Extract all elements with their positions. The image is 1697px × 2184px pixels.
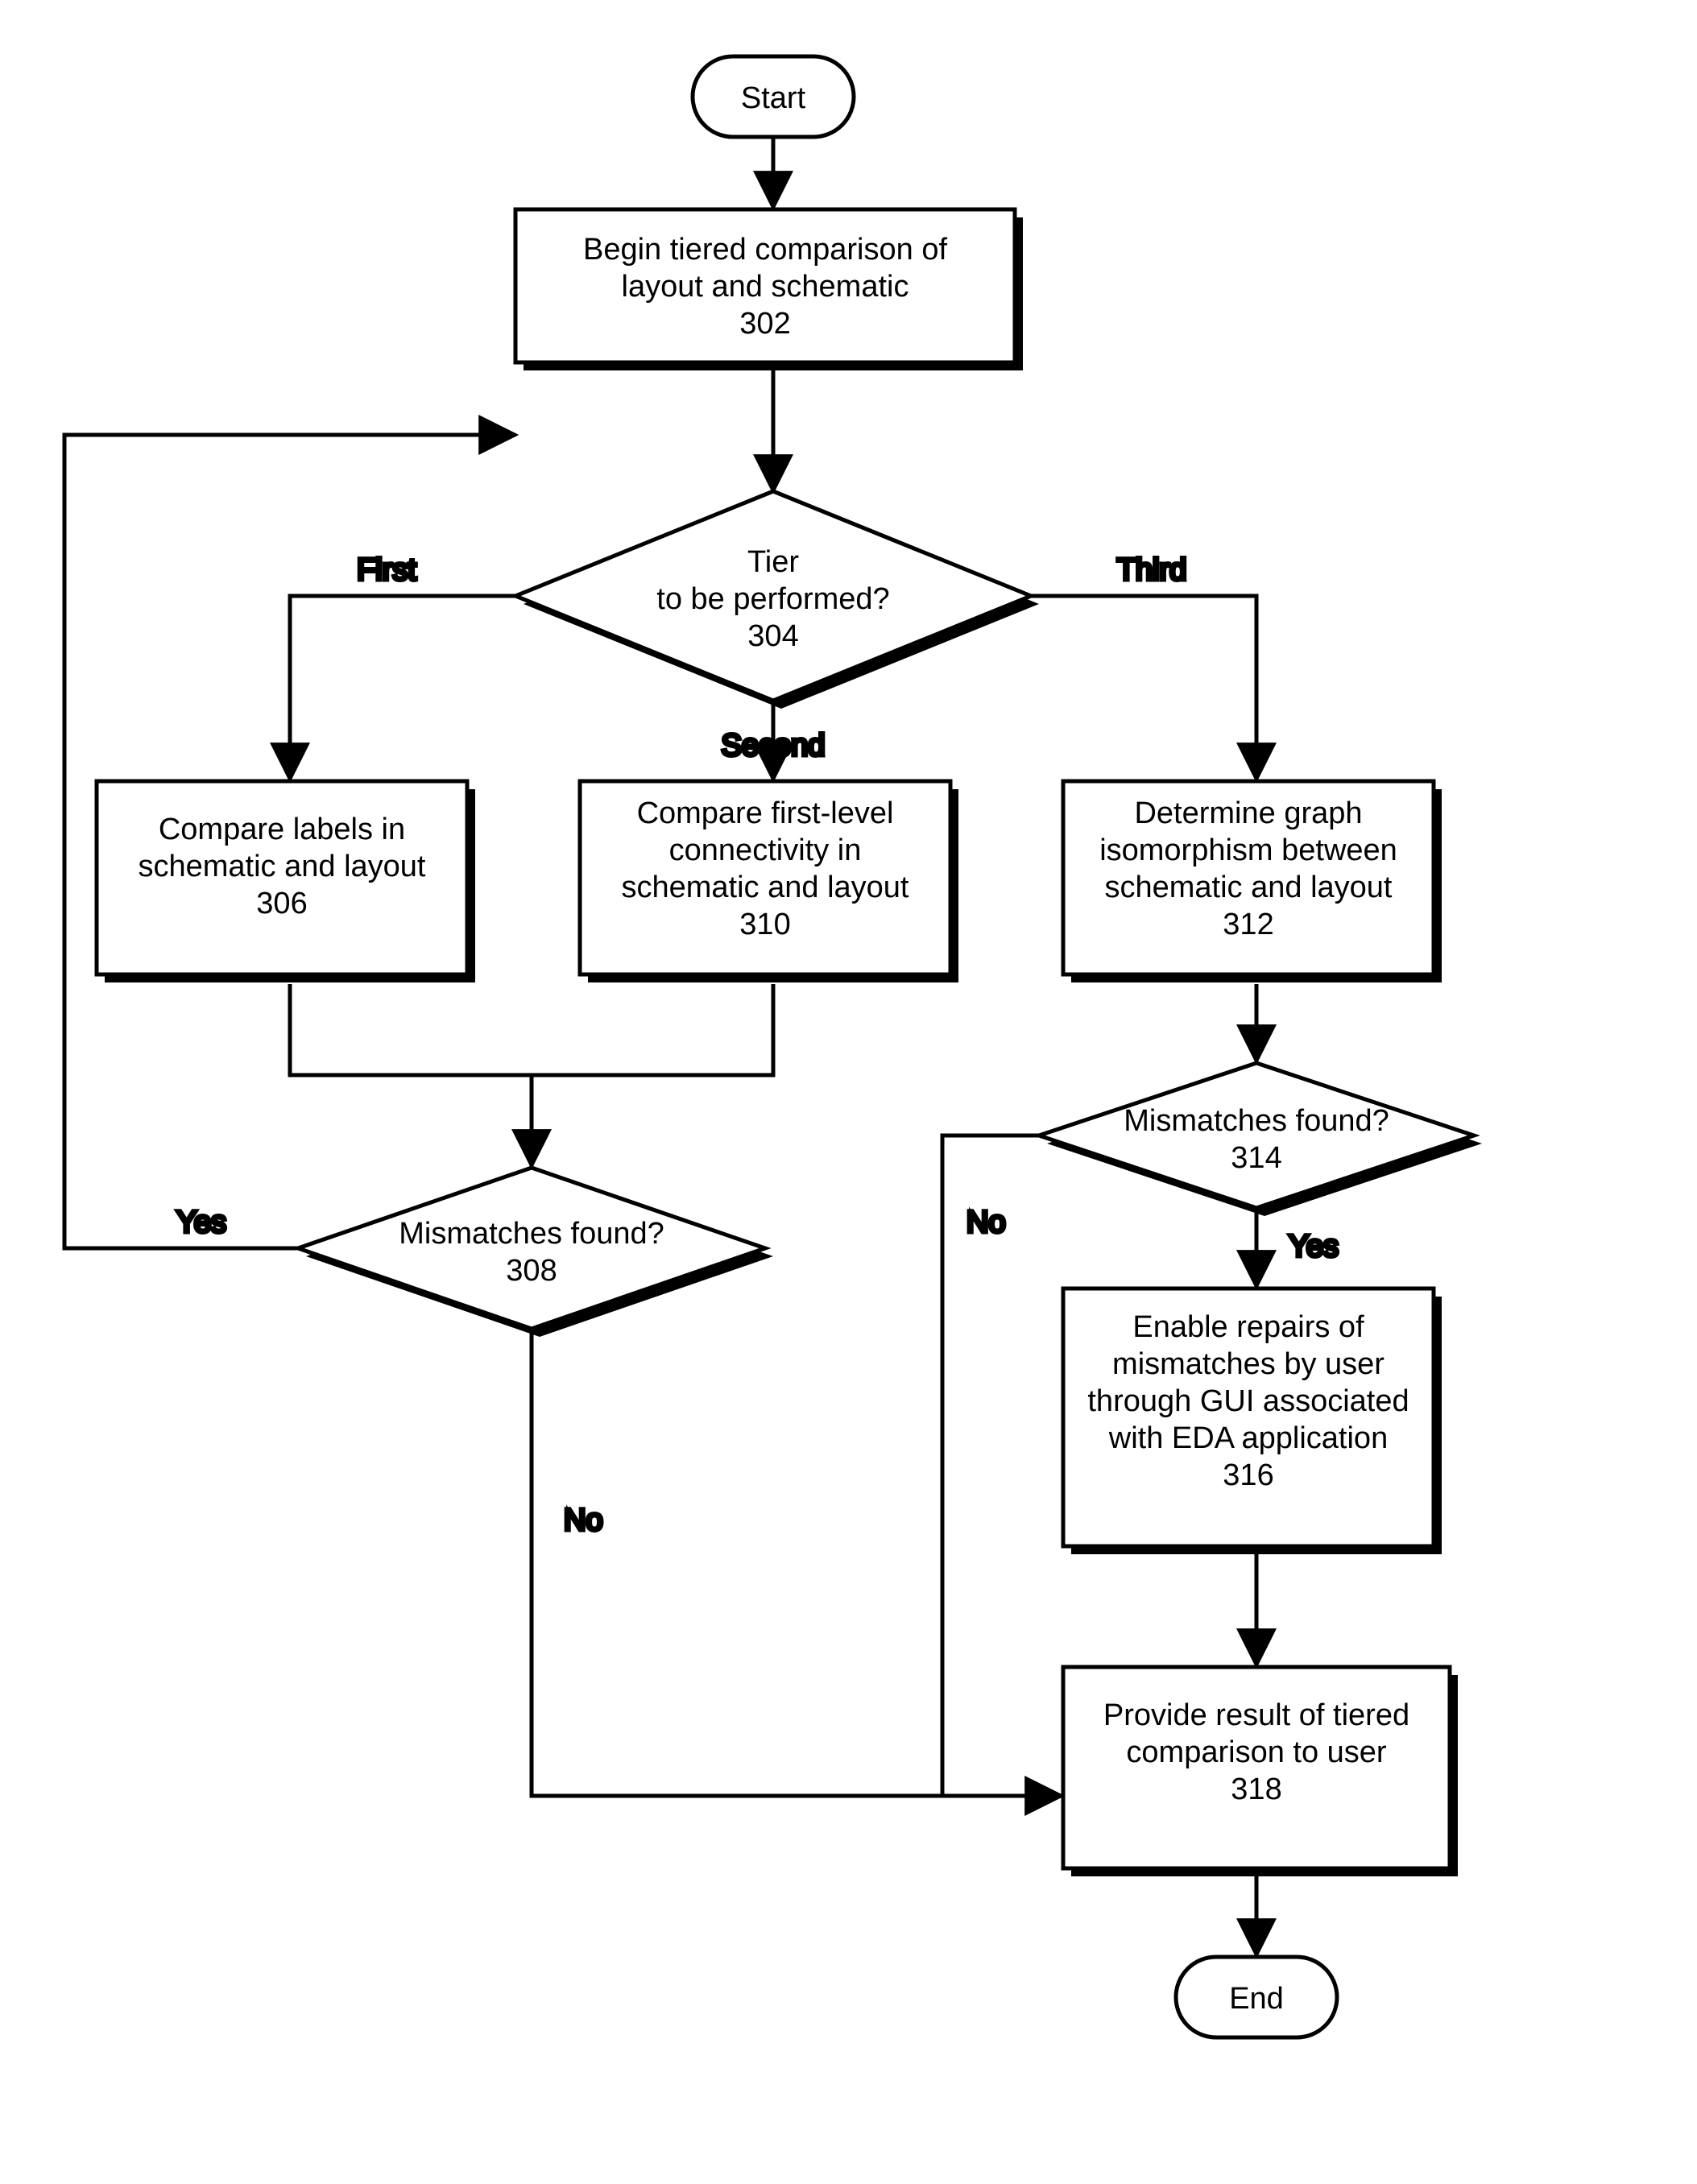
node-316-line0: Enable repairs of (1132, 1310, 1364, 1344)
node-302-line1: layout and schematic (622, 270, 909, 304)
node-304-line2: 304 (747, 619, 798, 653)
node-end-text: End (1229, 1982, 1284, 2016)
node-306: Compare labels in schematic and layout 3… (97, 781, 475, 982)
node-306-line1: schematic and layout (139, 850, 426, 883)
node-316-line4: 316 (1223, 1458, 1273, 1492)
node-308-line0: Mismatches found? (399, 1217, 664, 1251)
node-314-line1: 314 (1231, 1141, 1281, 1175)
node-304: Tier to be performed? 304 (515, 491, 1039, 709)
node-304-line1: to be performed? (656, 582, 889, 616)
node-302: Begin tiered comparison of layout and sc… (515, 209, 1023, 370)
edge-label-second: Second (722, 729, 826, 763)
node-312-line0: Determine graph (1134, 796, 1362, 830)
node-316: Enable repairs of mismatches by user thr… (1063, 1288, 1442, 1554)
node-310-line2: schematic and layout (622, 871, 909, 904)
node-318-line1: comparison to user (1126, 1735, 1386, 1769)
node-302-line0: Begin tiered comparison of (583, 233, 947, 267)
node-306-line2: 306 (256, 887, 307, 920)
node-312-line2: schematic and layout (1105, 871, 1393, 904)
edge-label-third: Third (1117, 553, 1187, 587)
node-302-line2: 302 (739, 307, 790, 341)
node-312: Determine graph isomorphism between sche… (1063, 781, 1442, 982)
edge-label-yes-314: Yes (1289, 1230, 1339, 1264)
node-308-line1: 308 (506, 1254, 557, 1288)
node-318-line0: Provide result of tiered (1103, 1698, 1409, 1732)
node-312-line1: isomorphism between (1099, 833, 1397, 867)
node-314-line0: Mismatches found? (1124, 1104, 1389, 1138)
edge-label-yes-308: Yes (176, 1206, 226, 1239)
node-310-line1: connectivity in (669, 833, 862, 867)
node-316-line1: mismatches by user (1112, 1347, 1385, 1381)
node-310-line3: 310 (739, 908, 790, 941)
node-316-line3: with EDA application (1108, 1421, 1388, 1455)
node-start: Start (693, 56, 854, 137)
node-310-line0: Compare first-level (637, 796, 894, 830)
edge-label-no-308: No (564, 1504, 603, 1537)
node-316-line2: through GUI associated (1087, 1384, 1409, 1418)
node-306-line0: Compare labels in (159, 813, 405, 846)
edge-label-first: First (357, 553, 416, 587)
flowchart: First Second Third Yes No No Yes (0, 0, 1697, 2184)
node-308: Mismatches found? 308 (298, 1168, 773, 1337)
node-310: Compare first-level connectivity in sche… (580, 781, 958, 982)
node-314: Mismatches found? 314 (1039, 1063, 1482, 1216)
node-318: Provide result of tiered comparison to u… (1063, 1667, 1458, 1876)
node-end: End (1176, 1957, 1337, 2037)
edge-label-no-314: No (966, 1206, 1006, 1239)
node-312-line3: 312 (1223, 908, 1273, 941)
node-start-text: Start (741, 81, 806, 115)
node-318-line2: 318 (1231, 1772, 1281, 1806)
node-304-line0: Tier (747, 545, 799, 579)
